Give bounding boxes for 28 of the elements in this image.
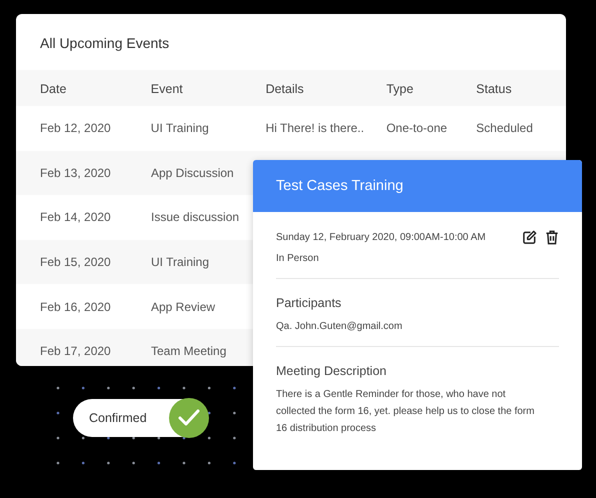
table-cell-text: Feb 17, 2020 bbox=[40, 344, 112, 358]
table-cell-text: Feb 13, 2020 bbox=[40, 166, 112, 180]
table-cell-text: App Review bbox=[151, 300, 216, 314]
table-cell-text: Feb 14, 2020 bbox=[40, 210, 112, 224]
table-cell-text: Hi There! is there.. bbox=[266, 121, 366, 136]
column-header: Status bbox=[476, 82, 513, 96]
participant-email: Qa. John.Guten@gmail.com bbox=[276, 321, 404, 332]
table-cell-text: UI Training bbox=[151, 255, 210, 270]
section-heading: Meeting Description bbox=[276, 364, 388, 378]
table-cell-text: Team Meeting bbox=[151, 344, 228, 358]
table-cell-text: Feb 12, 2020 bbox=[40, 121, 112, 136]
event-datetime: Sunday 12, February 2020, 09:00AM-10:00 AM bbox=[276, 232, 486, 242]
table-cell-text: Issue discussion bbox=[151, 210, 240, 224]
table-cell-text: Scheduled bbox=[476, 121, 534, 136]
table-cell-text: App Discussion bbox=[151, 166, 235, 180]
table-cell-text: UI Training bbox=[150, 121, 210, 136]
table-cell-text: Feb 16, 2020 bbox=[40, 300, 112, 314]
section-heading: Participants bbox=[276, 296, 342, 310]
popup-title: Test Cases Training bbox=[276, 178, 404, 194]
column-header: Date bbox=[40, 82, 68, 96]
card-title: All Upcoming Events bbox=[39, 34, 170, 53]
column-header: Details bbox=[266, 82, 305, 96]
event-mode: In Person bbox=[276, 253, 320, 264]
table-cell-text: Feb 15, 2020 bbox=[40, 255, 112, 270]
column-header: Event bbox=[150, 82, 184, 96]
column-header: Type bbox=[386, 82, 414, 96]
meeting-description: There is a Gentle Reminder for those, who have not collected the form 16, yet. please help us to close the form 16 distribution process bbox=[276, 388, 536, 436]
table-cell-text: One-to-one bbox=[386, 121, 448, 136]
